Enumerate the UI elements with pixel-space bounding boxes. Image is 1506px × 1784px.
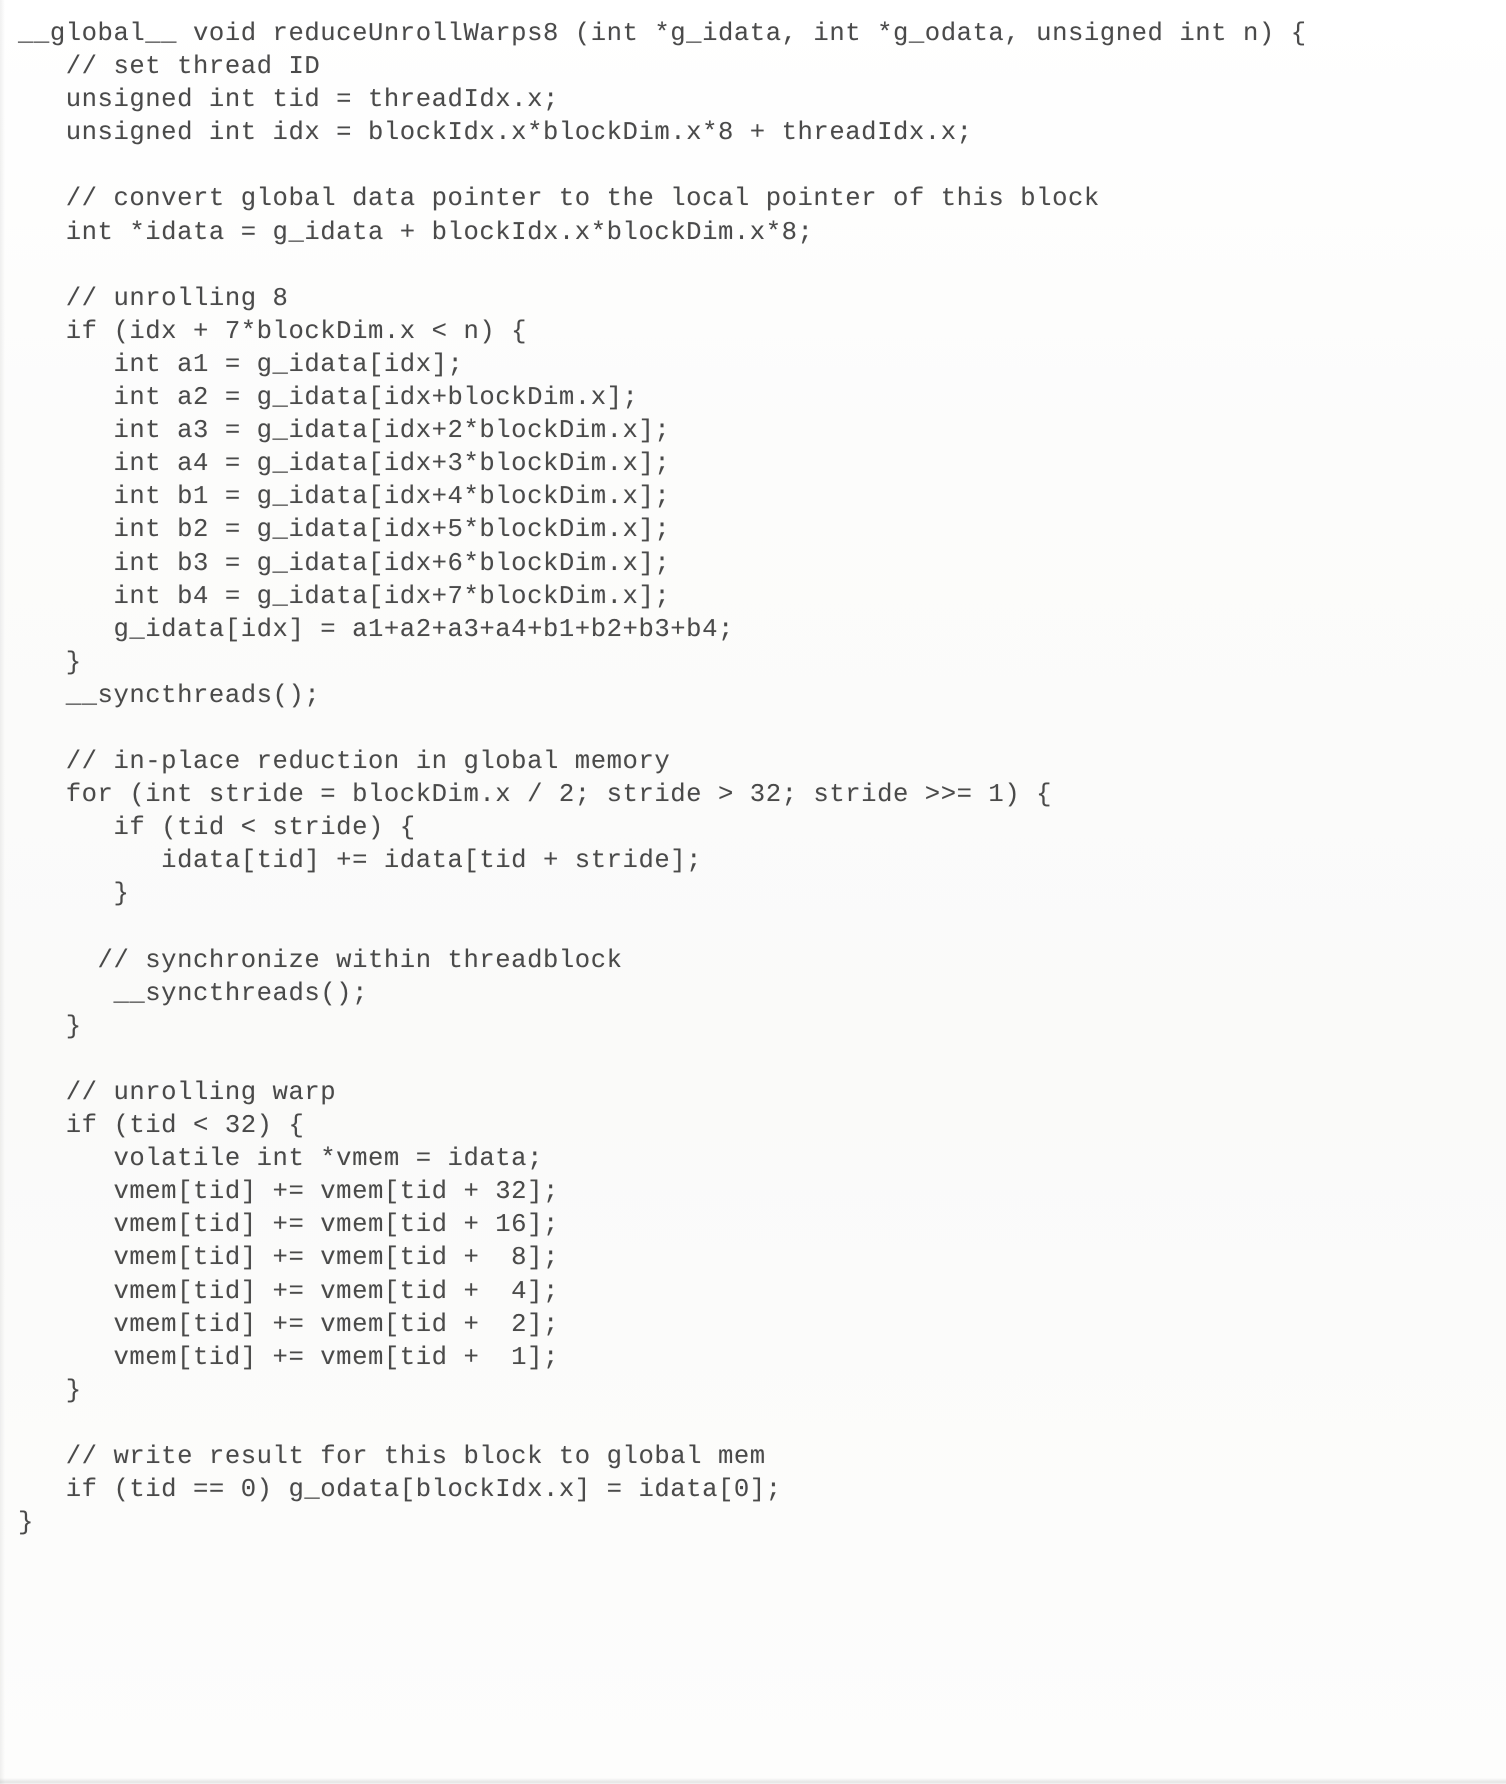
code-line: int a3 = g_idata[idx+2*blockDim.x]; <box>18 416 671 446</box>
code-line: // convert global data pointer to the lo… <box>18 184 1100 214</box>
code-line: int b1 = g_idata[idx+4*blockDim.x]; <box>18 482 671 512</box>
code-line: int b3 = g_idata[idx+6*blockDim.x]; <box>18 548 671 578</box>
code-line: int *idata = g_idata + blockIdx.x*blockD… <box>18 217 814 247</box>
code-line: for (int stride = blockDim.x / 2; stride… <box>18 780 1053 810</box>
code-line: // unrolling 8 <box>18 283 289 313</box>
code-line: // set thread ID <box>18 52 321 82</box>
code-line: int a2 = g_idata[idx+blockDim.x]; <box>18 383 639 413</box>
code-line: // in-place reduction in global memory <box>18 747 671 777</box>
code-line: if (tid < stride) { <box>18 813 416 843</box>
code-line: // write result for this block to global… <box>18 1442 766 1472</box>
code-line: vmem[tid] += vmem[tid + 16]; <box>18 1210 559 1240</box>
code-line: vmem[tid] += vmem[tid + 1]; <box>18 1342 559 1372</box>
code-line: } <box>18 1375 82 1405</box>
code-line: g_idata[idx] = a1+a2+a3+a4+b1+b2+b3+b4; <box>18 614 734 644</box>
code-line: int b4 = g_idata[idx+7*blockDim.x]; <box>18 581 671 611</box>
code-line: if (tid == 0) g_odata[blockIdx.x] = idat… <box>18 1475 782 1505</box>
code-line: // unrolling warp <box>18 1078 337 1107</box>
code-line: __global__ void reduceUnrollWarps8 (int … <box>18 19 1307 48</box>
code-line: vmem[tid] += vmem[tid + 4]; <box>18 1276 559 1306</box>
code-line: if (tid < 32) { <box>18 1111 305 1141</box>
code-line: } <box>18 647 82 677</box>
code-line: idata[tid] += idata[tid + stride]; <box>18 846 703 876</box>
code-line: } <box>18 1011 82 1041</box>
code-line: if (idx + 7*blockDim.x < n) { <box>18 316 528 346</box>
code-line: volatile int *vmem = idata; <box>18 1144 543 1174</box>
code-line: unsigned int idx = blockIdx.x*blockDim.x… <box>18 118 973 148</box>
code-line: vmem[tid] += vmem[tid + 8]; <box>18 1243 559 1273</box>
code-line: vmem[tid] += vmem[tid + 2]; <box>18 1309 559 1339</box>
code-line: } <box>18 1508 34 1538</box>
code-line: int b2 = g_idata[idx+5*blockDim.x]; <box>18 515 671 545</box>
code-line: __syncthreads(); <box>18 680 321 710</box>
code-line: unsigned int tid = threadIdx.x; <box>18 85 559 115</box>
code-line: int a1 = g_idata[idx]; <box>18 349 464 379</box>
scanned-code-page: __global__ void reduceUnrollWarps8 (int … <box>0 0 1506 1784</box>
code-line: vmem[tid] += vmem[tid + 32]; <box>18 1177 559 1207</box>
code-line: // synchronize within threadblock <box>18 945 623 975</box>
code-line: __syncthreads(); <box>18 978 368 1008</box>
code-listing: __global__ void reduceUnrollWarps8 (int … <box>18 17 1498 1539</box>
code-line: } <box>18 879 130 909</box>
code-line: int a4 = g_idata[idx+3*blockDim.x]; <box>18 449 671 479</box>
